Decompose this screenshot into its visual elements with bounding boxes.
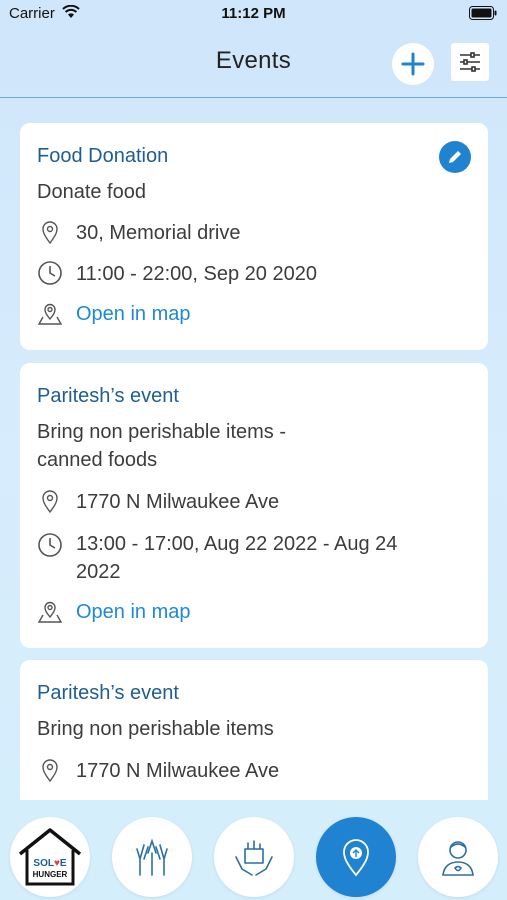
event-address-row: 1770 N Milwaukee Ave <box>37 488 279 516</box>
event-card[interactable]: Paritesh’s event Bring non perishable it… <box>20 660 488 800</box>
battery-icon <box>469 6 497 24</box>
edit-event-button[interactable] <box>439 141 471 173</box>
map-location-icon <box>37 303 63 325</box>
header: Events <box>0 28 507 98</box>
event-address-row: 1770 N Milwaukee Ave <box>37 757 279 785</box>
tab-donate[interactable] <box>214 817 294 897</box>
donation-box-icon <box>235 840 273 876</box>
map-pin-icon <box>42 221 58 245</box>
event-title: Food Donation <box>37 145 169 167</box>
location-pin-icon <box>343 839 369 877</box>
event-time: 13:00 - 17:00, Aug 22 2022 - Aug 24 2022 <box>76 533 398 583</box>
map-pin-icon <box>42 490 58 514</box>
event-title: Paritesh’s event <box>37 385 179 407</box>
clock-icon <box>38 533 62 557</box>
tab-volunteer[interactable] <box>112 817 192 897</box>
tab-bar: SOL♥E HUNGER SOLVE HUNGER <box>0 800 507 900</box>
pencil-icon <box>449 151 461 163</box>
event-address: 30, Memorial drive <box>76 222 241 244</box>
volunteer-hands-icon <box>136 838 168 876</box>
map-location-icon <box>37 601 63 623</box>
event-time: 11:00 - 22:00, Sep 20 2020 <box>76 263 317 285</box>
filter-button[interactable] <box>451 43 489 81</box>
event-card[interactable]: Food Donation Donate food 30, Memorial d… <box>20 123 488 350</box>
clock-icon <box>38 261 62 285</box>
tab-home[interactable]: SOL♥E HUNGER SOLVE HUNGER <box>10 817 90 897</box>
event-title: Paritesh’s event <box>37 682 179 704</box>
plus-icon <box>401 52 425 76</box>
tab-profile[interactable] <box>418 817 498 897</box>
status-bar: Carrier 11:12 PM <box>0 0 507 28</box>
open-in-map-label[interactable]: Open in map <box>76 300 191 328</box>
sliders-icon <box>460 52 480 72</box>
event-description: Donate food <box>37 181 146 203</box>
open-in-map-label[interactable]: Open in map <box>76 598 191 626</box>
map-pin-icon <box>42 759 58 783</box>
event-description: Bring non perishable items <box>37 718 274 740</box>
event-time-row: 11:00 - 22:00, Sep 20 2020 <box>37 260 317 288</box>
open-in-map-link[interactable]: Open in map <box>37 598 191 626</box>
events-list[interactable]: Food Donation Donate food 30, Memorial d… <box>0 98 507 800</box>
event-time-row: 13:00 - 17:00, Aug 22 2022 - Aug 24 2022 <box>37 530 416 586</box>
event-description: Bring non perishable items - canned food… <box>37 421 287 471</box>
svg-text:HUNGER: HUNGER <box>33 870 68 879</box>
add-event-button[interactable] <box>392 43 434 85</box>
event-address: 1770 N Milwaukee Ave <box>76 491 280 513</box>
profile-icon <box>442 841 474 876</box>
clock-time: 11:12 PM <box>221 5 286 22</box>
open-in-map-link[interactable]: Open in map <box>37 300 191 328</box>
event-address-row: 30, Memorial drive <box>37 219 241 247</box>
event-address: 1770 N Milwaukee Ave <box>76 760 280 782</box>
tab-events[interactable] <box>316 817 396 897</box>
event-card[interactable]: Paritesh’s event Bring non perishable it… <box>20 363 488 648</box>
svg-text:SOL♥E: SOL♥E <box>33 858 67 869</box>
home-logo-icon: SOL♥E HUNGER <box>18 828 82 886</box>
